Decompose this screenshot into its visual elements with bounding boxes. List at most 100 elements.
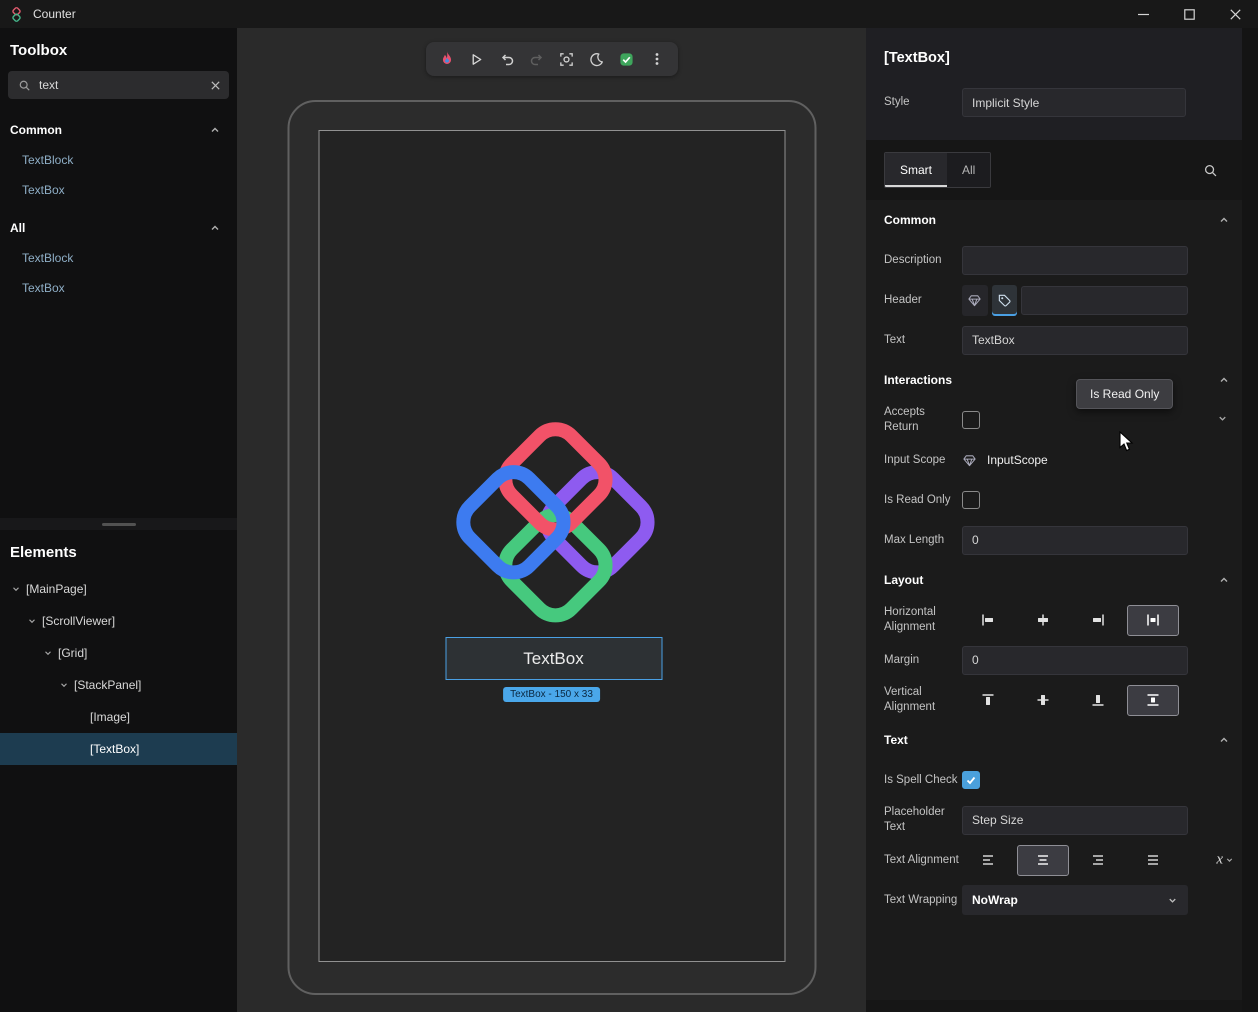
property-row-vertical-alignment: Vertical Alignment [866,680,1242,720]
clear-search-icon[interactable] [210,80,221,91]
chevron-up-icon[interactable] [1218,214,1230,226]
panel-splitter[interactable] [0,518,237,530]
chevron-down-icon[interactable] [8,584,24,594]
max-length-input[interactable] [962,526,1188,555]
toolbox-item-textblock[interactable]: TextBlock [0,145,237,175]
gem-icon[interactable] [962,453,977,468]
align-left-icon [980,612,996,628]
valign-top-button[interactable] [962,685,1014,716]
halign-left-button[interactable] [962,605,1014,636]
toolbox-title: Toolbox [10,42,227,59]
toolbox-item-textblock[interactable]: TextBlock [0,243,237,273]
hot-reload-button[interactable] [434,46,460,72]
valign-stretch-button[interactable] [1127,685,1179,716]
text-input[interactable] [962,326,1188,355]
style-input[interactable] [962,88,1186,117]
more-options-button[interactable] [644,46,670,72]
device-screen[interactable]: TextBox TextBox - 150 x 33 [318,130,785,962]
tab-smart[interactable]: Smart [885,153,947,187]
text-align-left-button[interactable] [962,845,1014,876]
chevron-up-icon[interactable] [1218,374,1230,386]
valign-bottom-button[interactable] [1072,685,1124,716]
property-row-text-alignment: Text Alignment x [866,840,1242,880]
chevron-down-icon[interactable] [56,680,72,690]
redo-button[interactable] [524,46,550,72]
toolbox-search[interactable] [8,71,229,99]
tree-item-stackpanel[interactable]: [StackPanel] [0,669,237,701]
canvas-textbox[interactable]: TextBox [445,637,662,680]
text-wrapping-value: NoWrap [972,893,1018,907]
tree-item-mainpage[interactable]: [MainPage] [0,573,237,605]
app-logo-image[interactable] [442,414,666,638]
chevron-down-icon[interactable] [24,616,40,626]
accepts-return-checkbox[interactable] [962,411,980,429]
placeholder-text-input[interactable] [962,806,1188,835]
properties-inspector: [TextBox] Style Smart All Is Read Only C… [866,28,1258,1012]
section-text[interactable]: Text [866,720,1242,760]
toolbox-section-all[interactable]: All [0,213,237,243]
app-logo-icon [9,6,25,22]
inspector-search-icon[interactable] [1203,163,1218,178]
text-align-center-button[interactable] [1017,845,1069,876]
valign-center-button[interactable] [1017,685,1069,716]
align-top-icon [980,692,996,708]
inspector-title: [TextBox] [884,50,1226,66]
chevron-up-icon[interactable] [1218,734,1230,746]
is-spell-check-checkbox[interactable] [962,771,980,789]
expand-more-chevron-icon[interactable] [1217,411,1228,429]
x-property-dropdown[interactable]: x [1216,852,1234,869]
properties-list: Is Read Only Common Description Header [866,200,1242,1000]
check-icon [965,774,977,786]
text-wrapping-select[interactable]: NoWrap [962,885,1188,915]
toolbox-item-textbox[interactable]: TextBox [0,273,237,303]
halign-stretch-button[interactable] [1127,605,1179,636]
section-common[interactable]: Common [866,200,1242,240]
toolbox-search-input[interactable] [39,78,210,92]
canvas-textbox-text: TextBox [523,649,583,669]
is-read-only-checkbox[interactable] [962,491,980,509]
minimize-button[interactable] [1120,0,1166,28]
play-icon [469,52,484,67]
tab-all[interactable]: All [947,153,990,187]
tree-item-grid[interactable]: [Grid] [0,637,237,669]
inspector-tabs-row: Smart All [866,140,1242,200]
property-label: Text Wrapping [884,893,962,908]
validation-status-button[interactable] [614,46,640,72]
window-controls [1120,0,1258,28]
header-tag-button[interactable] [992,285,1018,316]
section-interactions[interactable]: Interactions [866,360,1242,400]
selection-size-badge: TextBox - 150 x 33 [503,687,600,702]
elements-title: Elements [10,544,227,561]
element-picker-button[interactable] [554,46,580,72]
text-align-right-button[interactable] [1072,845,1124,876]
play-button[interactable] [464,46,490,72]
halign-center-button[interactable] [1017,605,1069,636]
margin-input[interactable] [962,646,1188,675]
input-scope-value[interactable]: InputScope [987,453,1048,467]
chevron-up-icon[interactable] [1218,574,1230,586]
theme-toggle-button[interactable] [584,46,610,72]
text-align-justify-button[interactable] [1127,845,1179,876]
flame-icon [438,50,456,68]
halign-right-button[interactable] [1072,605,1124,636]
property-label: Header [884,293,962,308]
scrollbar-track[interactable] [1242,28,1258,1012]
header-binding-button[interactable] [962,285,988,316]
design-canvas[interactable]: TextBox TextBox - 150 x 33 [237,28,866,1012]
property-row-placeholder-text: Placeholder Text [866,800,1242,840]
tree-item-image[interactable]: [Image] [0,701,237,733]
tree-item-label: [Grid] [58,646,87,660]
tree-item-textbox[interactable]: [TextBox] [0,733,237,765]
close-button[interactable] [1212,0,1258,28]
undo-button[interactable] [494,46,520,72]
section-layout[interactable]: Layout [866,560,1242,600]
description-input[interactable] [962,246,1188,275]
chevron-down-icon[interactable] [40,648,56,658]
toolbox-section-common[interactable]: Common [0,115,237,145]
header-input[interactable] [1021,286,1188,315]
splitter-grip-icon [102,523,136,526]
tree-item-scrollviewer[interactable]: [ScrollViewer] [0,605,237,637]
chevron-up-icon [209,222,221,234]
toolbox-item-textbox[interactable]: TextBox [0,175,237,205]
maximize-button[interactable] [1166,0,1212,28]
